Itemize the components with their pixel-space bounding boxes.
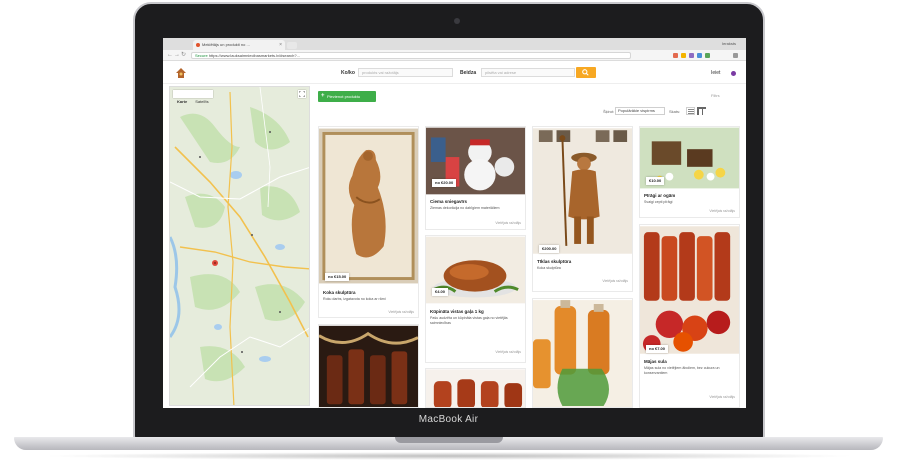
laptop-brand-label: MacBook Air <box>418 414 479 425</box>
producer-link[interactable]: Vietējais ražotājs <box>602 279 628 283</box>
product-card[interactable]: €200.00 Tīklas skulptūra Koka skulptūra … <box>532 126 633 292</box>
site-header: Ko/ko produkts vai ražotājs Beidza pilsē… <box>163 62 746 84</box>
product-title[interactable]: Mājas sula <box>644 359 667 364</box>
sort-select[interactable]: Populārākie vispirms <box>615 107 665 115</box>
product-card[interactable]: no €20.00 Ciema sniegavīrs Ziemas dekorā… <box>425 126 526 230</box>
search-what-label: Ko/ko <box>341 70 355 76</box>
browser-tab[interactable]: Meklētājs un produkti no ... × <box>193 40 285 50</box>
product-card[interactable]: no €7.00 Mājas sula Mājas sula no vietēj… <box>639 224 740 408</box>
map-panel[interactable]: Karte Satelīts <box>169 86 310 406</box>
back-arrow-icon[interactable]: ← <box>167 52 173 59</box>
url-text: https://www.lauksaimniecibasmarkets.lv/#… <box>208 53 300 58</box>
site-logo-icon[interactable] <box>175 67 187 79</box>
view-label: Skats: <box>669 109 681 114</box>
map-type-tabs: Karte Satelīts <box>173 90 213 104</box>
tab-map[interactable]: Karte <box>173 98 191 106</box>
forward-arrow-icon[interactable]: → <box>174 52 180 59</box>
grid-view-button[interactable] <box>697 107 706 115</box>
product-title[interactable]: Kūpināta vistas gaļa 1 kg <box>430 309 484 314</box>
producer-link[interactable]: Vietējais ražotājs <box>709 209 735 213</box>
map-canvas[interactable] <box>170 87 310 406</box>
plus-icon: + <box>321 93 325 99</box>
search-what-input[interactable]: produkts vai ražotājs <box>358 68 453 77</box>
product-image <box>533 300 632 407</box>
producer-link[interactable]: Vietējais ražotājs <box>495 350 521 354</box>
producer-link[interactable]: Vietējais ražotājs <box>709 395 735 399</box>
producer-link[interactable]: Vietējais ražotājs <box>495 221 521 225</box>
camera-dot <box>454 18 460 24</box>
filter-link[interactable]: Filtrs <box>711 93 720 98</box>
price-badge: no €15.00 <box>325 273 350 281</box>
product-description: Svaigi cepti pīrāgi <box>644 200 673 204</box>
tab-title: Meklētājs un produkti no ... <box>202 42 250 47</box>
product-image <box>533 128 632 254</box>
product-description: Roku darbs, izgatavota no koka ar rāmi <box>323 297 386 301</box>
product-title[interactable]: Tīklas skulptūra <box>537 259 571 264</box>
product-image <box>640 226 739 354</box>
laptop-notch <box>395 437 503 443</box>
browser-address-bar: ← → ↻ Secure https://www.lauksaimnieciba… <box>163 50 746 61</box>
product-description: Pašu audzēta un kūpināta vistas gaļa no … <box>430 316 508 325</box>
url-input[interactable]: Secure https://www.lauksaimniecibasmarke… <box>191 52 631 59</box>
search-where-input[interactable]: pilsēta vai adrese <box>481 68 575 77</box>
tab-close-icon[interactable]: × <box>279 40 282 50</box>
search-icon <box>582 69 589 76</box>
product-image <box>319 128 418 284</box>
product-title[interactable]: Ciema sniegavīrs <box>430 199 467 204</box>
price-badge: no €7.00 <box>646 345 669 353</box>
add-product-button[interactable]: + Pievienot produktu <box>318 91 376 102</box>
search-where-label: Beidza <box>460 70 477 76</box>
tab-satellite[interactable]: Satelīts <box>191 98 212 106</box>
product-card[interactable]: €4.00 Kūpināta vistas gaļa 1 kg Pašu aud… <box>425 235 526 363</box>
fullscreen-button[interactable] <box>298 90 306 98</box>
price-badge: €4.00 <box>432 288 449 296</box>
list-view-button[interactable] <box>686 107 695 115</box>
extension-icon[interactable] <box>689 53 694 58</box>
product-description: Mājas sula no vietējiem āboliem, bez cuk… <box>644 366 720 375</box>
browser-menu-icon[interactable] <box>733 53 738 58</box>
product-card[interactable]: €10.00 Pīrāgi ar ogām Svaigi cepti pīrāg… <box>639 126 740 218</box>
extension-icon[interactable] <box>673 53 678 58</box>
browser-profile[interactable]: Ieraksts <box>722 40 736 48</box>
price-badge: €10.00 <box>646 177 665 185</box>
extension-icon[interactable] <box>697 53 702 58</box>
producer-link[interactable]: Vietējais ražotājs <box>388 310 414 314</box>
price-badge: no €20.00 <box>432 179 457 187</box>
product-description: Koka skulptūra <box>537 266 561 270</box>
product-card[interactable] <box>425 368 526 408</box>
add-product-label: Pievienot produktu <box>327 94 361 99</box>
new-tab-button[interactable] <box>287 42 297 49</box>
product-title[interactable]: Pīrāgi ar ogām <box>644 193 675 198</box>
laptop-screen: Meklētājs un produkti no ... × Ieraksts … <box>163 38 746 408</box>
product-title[interactable]: Koka skulptūra <box>323 290 356 295</box>
tab-favicon-icon <box>196 43 200 47</box>
login-link[interactable]: Ieiet <box>711 70 720 76</box>
reload-icon[interactable]: ↻ <box>181 52 186 59</box>
sort-label: Šķirot: <box>603 109 615 114</box>
laptop-shadow <box>40 452 857 460</box>
language-flag-icon[interactable] <box>731 71 736 76</box>
extension-icon[interactable] <box>681 53 686 58</box>
product-image <box>319 325 418 407</box>
secure-label: Secure <box>195 53 208 58</box>
extension-icon[interactable] <box>705 53 710 58</box>
price-badge: €200.00 <box>539 245 560 253</box>
product-card[interactable]: no €15.00 Koka skulptūra Roku darbs, izg… <box>318 126 419 318</box>
laptop-photo: Meklētājs un produkti no ... × Ieraksts … <box>0 0 897 468</box>
product-description: Ziemas dekorācija no dabīgiem materiālie… <box>430 206 500 210</box>
search-button[interactable] <box>576 67 596 78</box>
browser-tab-bar: Meklētājs un produkti no ... × Ieraksts <box>163 38 746 54</box>
product-card[interactable] <box>532 298 633 408</box>
product-card[interactable] <box>318 324 419 408</box>
fullscreen-icon <box>299 91 305 97</box>
product-image <box>426 369 525 407</box>
